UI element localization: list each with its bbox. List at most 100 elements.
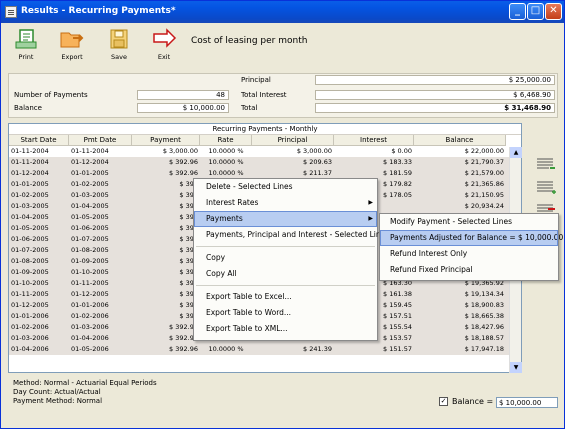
table-row[interactable]: 01-11-2004 01-12-2004 $ 392.96 10.0000 % $ 2… — [9, 157, 521, 168]
menu-item-payments-principal-interest[interactable]: Payments, Principal and Interest - Selec… — [194, 227, 389, 243]
menu-item-modify-payment[interactable]: Modify Payment - Selected Lines — [380, 214, 558, 230]
table-cell: $ 392.96 — [169, 158, 198, 166]
save-icon — [110, 29, 128, 49]
column-header[interactable]: Balance — [414, 135, 506, 146]
table-cell: $ 392 — [179, 180, 198, 188]
column-header[interactable]: Interest — [334, 135, 414, 146]
total-value: $ 31,468.90 — [315, 103, 555, 113]
table-row[interactable]: 01-11-2004 01-11-2004 $ 3,000.00 10.0000 % $… — [9, 146, 521, 157]
menu-item-export-word[interactable]: Export Table to Word... — [194, 305, 377, 321]
toolbar: Print Export Save Exit — [9, 26, 565, 66]
print-icon — [15, 29, 37, 49]
table-title: Recurring Payments - Monthly — [9, 124, 521, 135]
table-cell: 01-04-2005 — [71, 202, 109, 210]
table-cell: $ 18,665.38 — [464, 312, 504, 320]
menu-item-refund-principal[interactable]: Refund Fixed Principal — [380, 262, 558, 278]
num-payments-label: Number of Payments — [14, 91, 88, 99]
table-row[interactable]: 01-04-2006 01-05-2006 $ 392.96 10.0000 % $ 2… — [9, 344, 521, 355]
table-cell: $ 0.00 — [391, 147, 412, 155]
column-header[interactable]: Payment — [132, 135, 200, 146]
scroll-down-arrow-icon[interactable]: ▼ — [510, 362, 522, 373]
table-cell: 01-09-2005 — [11, 268, 49, 276]
table-cell: 01-11-2004 — [11, 147, 49, 155]
results-window: Results - Recurring Payments* _ □ ✕ Prin… — [0, 0, 565, 429]
table-header: Start Date Pmt Date Payment Rate Princip… — [9, 135, 521, 146]
table-cell: $ 392 — [179, 191, 198, 199]
table-cell: 01-07-2005 — [71, 235, 109, 243]
menu-separator — [196, 285, 375, 286]
column-header[interactable]: Rate — [200, 135, 252, 146]
table-cell: 01-11-2005 — [71, 279, 109, 287]
export-icon — [60, 32, 84, 48]
menu-item-delete-lines[interactable]: Delete - Selected Lines — [194, 179, 377, 195]
table-cell: 01-10-2005 — [11, 279, 49, 287]
table-cell: $ 183.33 — [383, 158, 412, 166]
table-cell: 01-03-2005 — [11, 202, 49, 210]
table-cell: 01-04-2005 — [11, 213, 49, 221]
append-line-icon[interactable] — [534, 179, 556, 195]
table-cell: $ 392 — [179, 213, 198, 221]
close-button[interactable]: ✕ — [545, 3, 562, 20]
exit-button[interactable]: Exit — [149, 26, 179, 66]
menu-item-copy[interactable]: Copy — [194, 250, 377, 266]
table-cell: 01-03-2005 — [71, 191, 109, 199]
balance-checkbox[interactable]: ✓ — [439, 397, 448, 406]
export-button[interactable]: Export — [57, 26, 87, 66]
insert-line-icon[interactable] — [534, 156, 556, 172]
report-caption: Cost of leasing per month — [191, 36, 308, 46]
table-cell: 01-04-2006 — [71, 334, 109, 342]
table-cell: $ 392 — [179, 246, 198, 254]
save-label: Save — [111, 53, 127, 61]
column-header[interactable]: Start Date — [9, 135, 69, 146]
method-footer: Method: Normal - Actuarial Equal Periods… — [13, 379, 157, 406]
num-payments-value: 48 — [137, 90, 229, 100]
column-header[interactable]: Principal — [252, 135, 334, 146]
table-cell: 01-12-2005 — [71, 290, 109, 298]
submenu-arrow-icon: ▶ — [368, 199, 373, 206]
principal-label: Principal — [241, 76, 271, 84]
table-cell: $ 18,427.96 — [464, 323, 504, 331]
menu-item-label: Interest Rates — [206, 198, 259, 207]
table-cell: $ 392.96 — [169, 334, 198, 342]
menu-item-export-excel[interactable]: Export Table to Excel... — [194, 289, 377, 305]
menu-item-interest-rates[interactable]: Interest Rates ▶ — [194, 195, 377, 211]
table-cell: $ 18,188.57 — [464, 334, 504, 342]
title-bar[interactable]: Results - Recurring Payments* _ □ ✕ — [1, 1, 564, 23]
table-cell: $ 392 — [179, 301, 198, 309]
menu-item-payments[interactable]: Payments ▶ — [194, 211, 377, 227]
minimize-button[interactable]: _ — [509, 3, 526, 20]
table-cell: $ 392 — [179, 279, 198, 287]
exit-icon — [153, 28, 177, 48]
table-cell: 01-06-2005 — [11, 235, 49, 243]
table-cell: $ 21,579.00 — [464, 169, 504, 177]
exit-label: Exit — [157, 53, 171, 61]
scroll-up-arrow-icon[interactable]: ▲ — [510, 147, 522, 158]
print-button[interactable]: Print — [11, 26, 41, 66]
export-label: Export — [61, 53, 83, 61]
table-cell: $ 20,934.24 — [464, 202, 504, 210]
table-cell: $ 151.57 — [383, 345, 412, 353]
context-menu: Delete - Selected Lines Interest Rates ▶ … — [193, 178, 389, 341]
menu-item-refund-interest[interactable]: Refund Interest Only — [380, 246, 558, 262]
menu-item-payments-adjusted-balance[interactable]: Payments Adjusted for Balance = $ 10,000… — [380, 230, 563, 246]
maximize-button[interactable]: □ — [527, 3, 544, 20]
balance-label: Balance — [14, 104, 42, 112]
menu-item-export-xml[interactable]: Export Table to XML... — [194, 321, 377, 337]
table-cell: 01-02-2005 — [71, 180, 109, 188]
table-cell: 01-05-2006 — [71, 345, 109, 353]
table-cell: 01-02-2005 — [11, 191, 49, 199]
table-cell: 10.0000 % — [208, 345, 244, 353]
column-header[interactable]: Pmt Date — [69, 135, 132, 146]
table-cell: $ 22,000.00 — [464, 147, 504, 155]
table-cell: 01-11-2004 — [71, 147, 109, 155]
submenu-arrow-icon: ▶ — [368, 215, 373, 222]
table-cell: $ 209.63 — [303, 158, 332, 166]
menu-item-copy-all[interactable]: Copy All — [194, 266, 377, 282]
balance-field[interactable]: $ 10,000.00 — [496, 397, 558, 408]
table-cell: 01-12-2004 — [11, 169, 49, 177]
table-cell: 01-12-2005 — [11, 301, 49, 309]
save-button[interactable]: Save — [104, 26, 134, 66]
table-cell: 01-06-2005 — [71, 224, 109, 232]
table-cell: 01-01-2005 — [71, 169, 109, 177]
table-cell: $ 3,000.00 — [296, 147, 332, 155]
